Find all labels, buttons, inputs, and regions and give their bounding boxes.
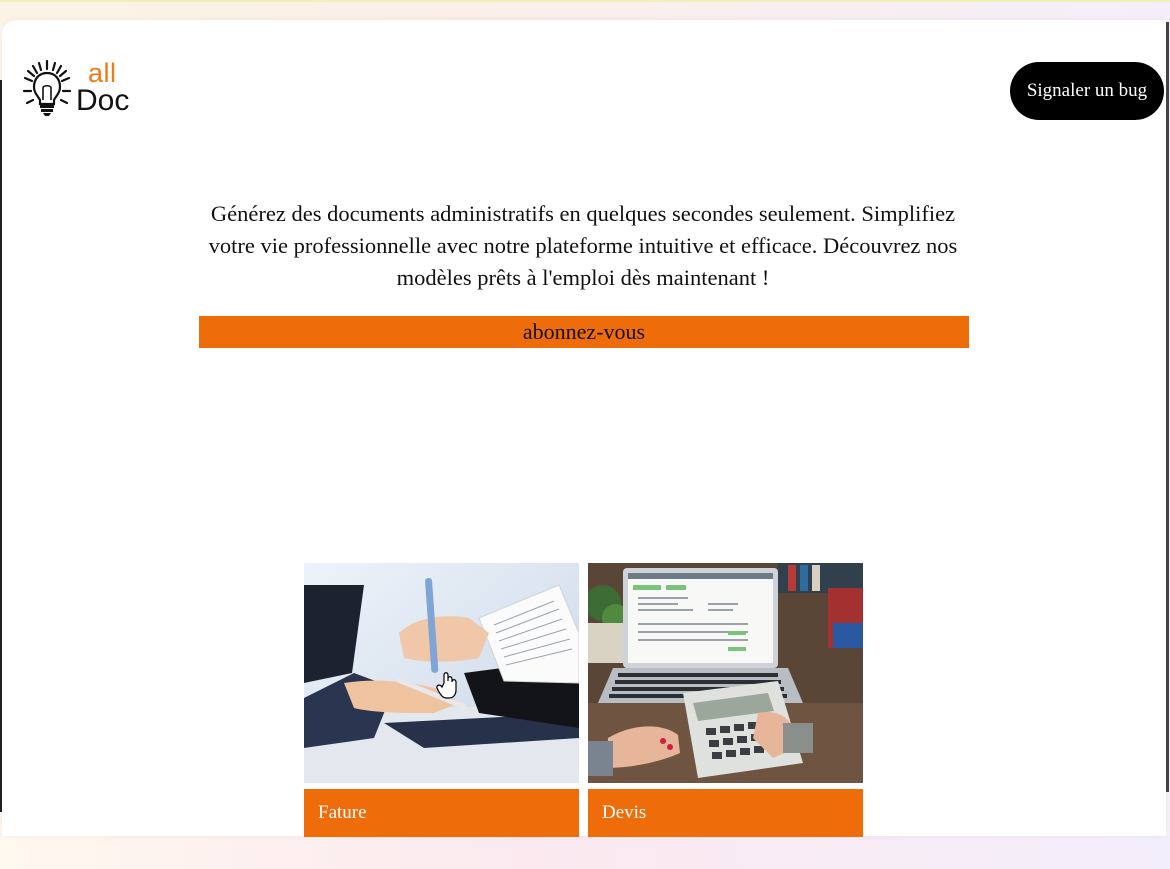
site-logo[interactable]: all Doc	[22, 58, 142, 120]
report-bug-button[interactable]: Signaler un bug	[1010, 62, 1164, 120]
subscribe-button[interactable]: abonnez-vous	[199, 316, 969, 348]
document-card-devis[interactable]: Devis	[588, 563, 863, 837]
devis-image	[588, 563, 863, 783]
page: all Doc Signaler un bug Générez des docu…	[0, 0, 1170, 869]
lightbulb-logo-icon	[22, 59, 72, 116]
document-card-fature[interactable]: Fature	[304, 563, 579, 837]
bottom-background-band	[0, 836, 1170, 869]
fature-label: Fature	[304, 789, 579, 837]
hero-description: Générez des documents administratifs en …	[208, 201, 958, 290]
fature-image	[304, 563, 579, 783]
devis-label: Devis	[588, 789, 863, 837]
scrollbar[interactable]	[1166, 22, 1169, 792]
logo-word-doc: Doc	[76, 84, 130, 117]
main-card	[2, 20, 1166, 836]
